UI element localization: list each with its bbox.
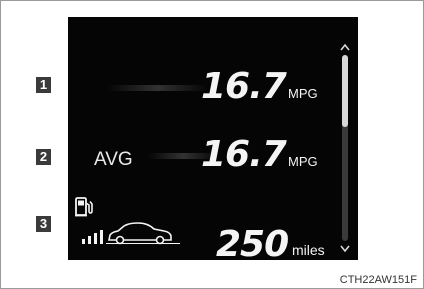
scrollbar[interactable] [342, 55, 348, 241]
avg-label: AVG [94, 149, 133, 170]
multi-information-display: 16.7 MPG AVG 16.7 MPG 250 miles [68, 17, 358, 265]
fuel-pump-icon [75, 197, 93, 217]
chevron-down-icon[interactable] [340, 245, 350, 253]
callout-marker-2: 2 [36, 149, 51, 165]
current-mpg-value: 16.7 [201, 66, 287, 107]
current-mpg-unit: MPG [288, 86, 318, 101]
car-range-icon [82, 222, 180, 245]
figure-caption: CTH22AW151F [339, 274, 417, 286]
row-glow-bar [108, 85, 208, 91]
driving-range-row: 250 miles [68, 193, 338, 265]
average-mpg-value: 16.7 [201, 134, 287, 175]
range-unit: miles [292, 242, 325, 258]
callout-marker-1: 1 [36, 77, 51, 93]
average-mpg-unit: MPG [288, 154, 318, 169]
callout-marker-3: 3 [36, 216, 51, 232]
range-value: 250 [216, 224, 289, 265]
average-fuel-economy-row: AVG 16.7 MPG [68, 133, 338, 177]
chevron-up-icon[interactable] [340, 43, 350, 51]
figure-frame: 1 2 3 16.7 MPG AVG 16.7 MPG 250 miles CT… [0, 0, 424, 289]
scrollbar-thumb[interactable] [342, 55, 348, 127]
current-fuel-economy-row: 16.7 MPG [68, 65, 338, 109]
